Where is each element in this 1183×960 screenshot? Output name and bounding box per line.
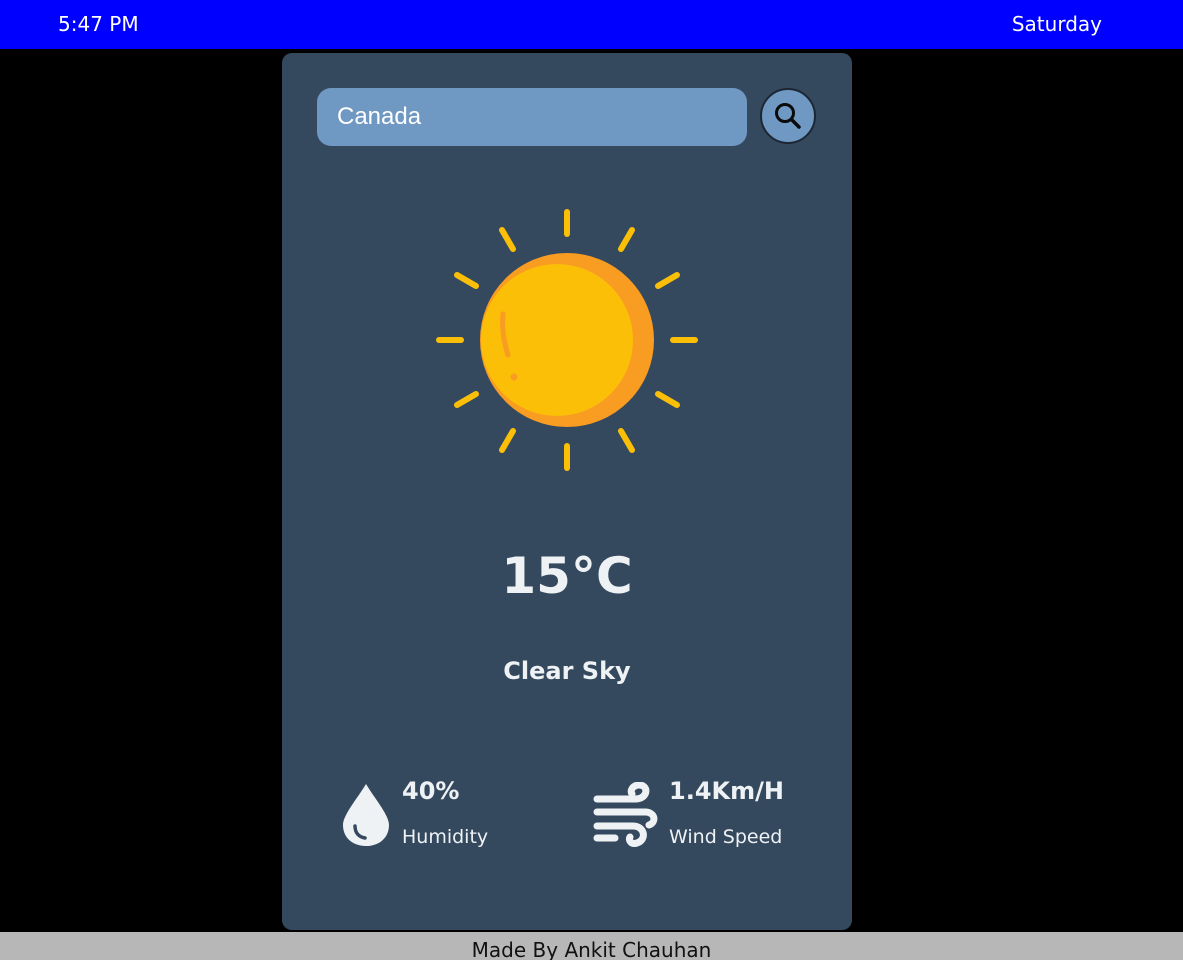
weather-card: 15°C Clear Sky 40% Humidity 1.4Km/H Wind… bbox=[282, 53, 852, 930]
wind-icon bbox=[593, 782, 658, 847]
current-day: Saturday bbox=[1011, 12, 1102, 36]
search-button[interactable] bbox=[760, 88, 816, 144]
temperature: 15°C bbox=[501, 547, 633, 605]
humidity-label: Humidity bbox=[402, 826, 489, 848]
city-search-input[interactable] bbox=[317, 88, 747, 146]
humidity-value: 40% bbox=[402, 777, 460, 805]
top-bar: 5:47 PM Saturday bbox=[0, 0, 1183, 49]
current-time: 5:47 PM bbox=[58, 12, 139, 36]
sun-icon bbox=[436, 209, 698, 471]
footer-credit: Made By Ankit Chauhan bbox=[0, 932, 1183, 960]
search-icon bbox=[775, 103, 801, 129]
wind-speed-label: Wind Speed bbox=[669, 826, 783, 848]
weather-condition: Clear Sky bbox=[503, 657, 631, 685]
wind-speed-value: 1.4Km/H bbox=[669, 777, 784, 805]
water-drop-icon bbox=[343, 784, 389, 846]
